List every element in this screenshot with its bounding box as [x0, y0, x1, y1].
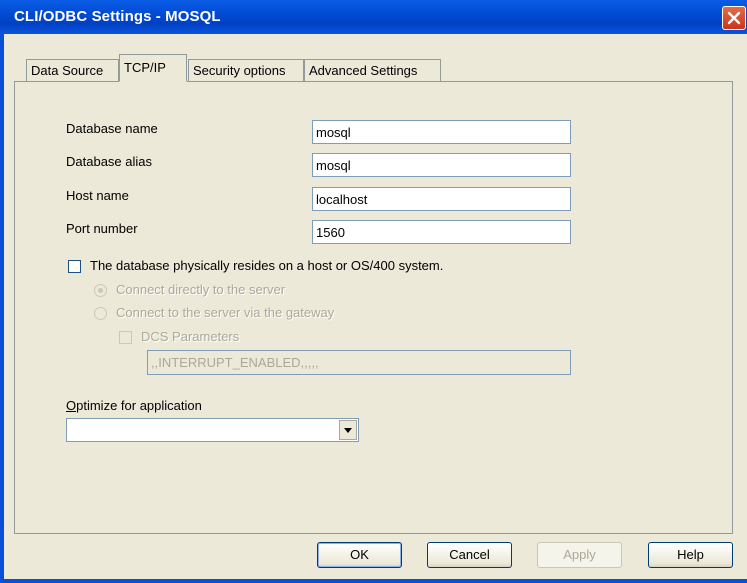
- apply-button[interactable]: Apply: [537, 542, 622, 568]
- optimize-application-select[interactable]: [66, 418, 359, 442]
- optimize-label-rest: ptimize for application: [76, 398, 202, 413]
- window-frame-left: [0, 34, 4, 583]
- dcs-parameters-checkbox[interactable]: [119, 331, 132, 344]
- close-icon: [727, 11, 741, 25]
- optimize-label: Optimize for application: [66, 398, 202, 413]
- tab-data-source[interactable]: Data Source: [26, 59, 119, 81]
- close-button[interactable]: [722, 6, 746, 30]
- help-button[interactable]: Help: [648, 542, 733, 568]
- connect-direct-label: Connect directly to the server: [116, 282, 286, 297]
- cancel-button[interactable]: Cancel: [427, 542, 512, 568]
- database-alias-label: Database alias: [66, 154, 152, 169]
- connect-gateway-radio[interactable]: [94, 307, 107, 320]
- port-number-input[interactable]: [312, 220, 571, 244]
- connect-direct-radio[interactable]: [94, 284, 107, 297]
- chevron-down-icon: [344, 428, 352, 433]
- tab-security-options[interactable]: Security options: [188, 59, 304, 81]
- database-name-label: Database name: [66, 121, 158, 136]
- tab-advanced-settings[interactable]: Advanced Settings: [304, 59, 441, 81]
- database-name-input[interactable]: [312, 120, 571, 144]
- host-system-label: The database physically resides on a hos…: [90, 258, 444, 273]
- title-bar[interactable]: CLI/ODBC Settings - MOSQL: [0, 0, 747, 34]
- window-frame-bottom: [0, 579, 747, 583]
- host-name-input[interactable]: [312, 187, 571, 211]
- host-name-label: Host name: [66, 188, 129, 203]
- window-title: CLI/ODBC Settings - MOSQL: [14, 8, 221, 25]
- dcs-parameters-input[interactable]: [147, 350, 571, 375]
- dropdown-button[interactable]: [339, 420, 357, 440]
- database-alias-input[interactable]: [312, 153, 571, 177]
- dialog-window: CLI/ODBC Settings - MOSQL Data Source TC…: [0, 0, 747, 583]
- ok-button[interactable]: OK: [317, 542, 402, 568]
- port-number-label: Port number: [66, 221, 138, 236]
- dcs-parameters-label: DCS Parameters: [141, 329, 240, 344]
- tab-tcp-ip[interactable]: TCP/IP: [119, 54, 187, 82]
- connect-gateway-label: Connect to the server via the gateway: [116, 305, 335, 320]
- host-system-checkbox[interactable]: [68, 260, 81, 273]
